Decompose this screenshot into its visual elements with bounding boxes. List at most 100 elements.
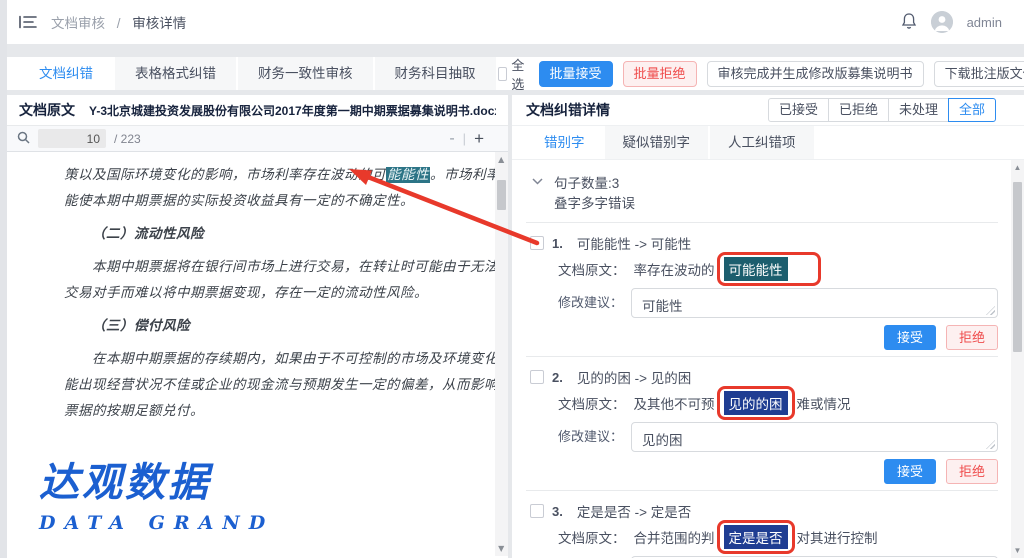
original-text-after: 难或情况 xyxy=(797,393,851,413)
section-error-type: 叠字多字错误 xyxy=(554,194,635,214)
username-label[interactable]: admin xyxy=(967,15,1002,30)
suggestion-label: 修改建议： xyxy=(558,422,623,452)
status-filter-button[interactable]: 未处理 xyxy=(888,98,949,122)
original-text-before: 及其他不可预 xyxy=(634,393,715,413)
correction-item-checkbox[interactable] xyxy=(530,504,544,518)
annotation-red-box: 见的的困 xyxy=(717,386,795,420)
document-line: 交易对手而难以将中期票据变现，存在一定的流动性风险。 xyxy=(64,280,450,306)
document-line: 策以及国际环境变化的影响，市场利率存在波动的可能能性。市场利率的波动可 xyxy=(64,162,450,188)
module-tabs: 文档纠错表格格式纠错财务一致性审核财务科目抽取 xyxy=(19,57,498,90)
document-error-highlight[interactable]: 能能性 xyxy=(386,167,430,183)
correction-item-number: 2. xyxy=(552,370,563,385)
logo-chinese: 达观数据 xyxy=(39,450,274,508)
annotation-red-box: 可能能性 xyxy=(717,252,821,286)
correction-item-checkbox[interactable] xyxy=(530,370,544,384)
top-bar: 文档审核 / 审核详情 admin xyxy=(7,0,1024,44)
document-line: （二）流动性风险 xyxy=(64,221,450,247)
zoom-out-button[interactable]: - xyxy=(449,130,454,148)
scroll-down-icon[interactable]: ▼ xyxy=(495,542,508,555)
zoom-in-button[interactable]: + xyxy=(474,129,484,149)
scroll-up-icon[interactable]: ▲ xyxy=(1011,161,1024,174)
document-line-text: 本期中期票据将在银行间市场上进行交易，在转让时可能由于无法及时找到 xyxy=(92,259,508,275)
select-all-control[interactable]: 全选 xyxy=(498,55,529,93)
correction-item-number: 3. xyxy=(552,504,563,519)
correction-item: 2. 见的的困 -> 见的困文档原文： 及其他不可预见的的困难或情况修改建议： 见的困… xyxy=(526,357,998,491)
original-text-after: 对其进行控制 xyxy=(797,527,878,547)
annotation-red-box: 定是是否 xyxy=(717,520,795,554)
document-filename: Y-3北京城建投资发展股份有限公司2017年度第一期中期票据募集说明书.docx xyxy=(89,102,496,119)
status-filter-group: 已接受已拒绝未处理全部 xyxy=(768,98,996,122)
original-text-before: 率存在波动的 xyxy=(634,259,715,279)
page-number-input[interactable] xyxy=(38,129,106,148)
correction-type-tabs: 错别字疑似错别字人工纠错项 xyxy=(512,125,1024,159)
reject-button[interactable]: 拒绝 xyxy=(946,325,998,350)
notification-bell-icon[interactable] xyxy=(901,12,917,33)
error-highlight[interactable]: 见的的困 xyxy=(724,391,788,415)
correction-item-checkbox[interactable] xyxy=(530,236,544,250)
original-text-label: 文档原文： xyxy=(558,393,626,413)
document-review-app: 文档审核 / 审核详情 admin 文档纠错表格格式纠错财务一致性审核财务科目抽… xyxy=(0,0,1024,558)
select-all-checkbox[interactable] xyxy=(498,67,508,81)
status-filter-button[interactable]: 已接受 xyxy=(768,98,829,122)
correction-item: 3.定是是否 -> 定是否文档原文：合并范围的判定是是否对其进行控制修改建议：定… xyxy=(526,491,998,558)
document-line: 票据的按期足额兑付。 xyxy=(64,398,450,424)
scroll-up-icon[interactable]: ▲ xyxy=(495,153,508,166)
batch-reject-button[interactable]: 批量拒绝 xyxy=(623,61,697,87)
corrections-scrollbar[interactable]: ▲ ▼ xyxy=(1011,160,1024,558)
breadcrumb-separator: / xyxy=(117,16,121,31)
document-panel-title: 文档原文 xyxy=(19,100,75,120)
document-line: 在本期中期票据的存续期内，如果由于不可控制的市场及环境变化，公司可 xyxy=(64,346,450,372)
document-scroll-thumb[interactable] xyxy=(497,180,506,210)
correction-item-number: 1. xyxy=(552,236,563,251)
document-line-text: 策以及国际环境变化的影响，市场利率存在波动的可 xyxy=(64,167,386,183)
error-highlight[interactable]: 可能能性 xyxy=(724,257,788,281)
collapsed-sidebar-strip xyxy=(0,0,7,558)
document-line-text: 票据的按期足额兑付。 xyxy=(64,403,204,419)
breadcrumb: 文档审核 / 审核详情 xyxy=(51,12,186,32)
accept-button[interactable]: 接受 xyxy=(884,459,936,484)
menu-collapse-icon[interactable] xyxy=(19,15,37,29)
finish-generate-button[interactable]: 审核完成并生成修改版募集说明书 xyxy=(707,61,924,87)
module-tab[interactable]: 表格格式纠错 xyxy=(115,57,236,90)
module-tab[interactable]: 财务一致性审核 xyxy=(238,57,373,90)
section-sentence-count: 句子数量:3 xyxy=(554,174,635,194)
status-filter-button[interactable]: 已拒绝 xyxy=(828,98,889,122)
document-line-text: 能出现经营状况不佳或企业的现金流与预期发生一定的偏差，从而影响本期中期 xyxy=(64,377,508,393)
scroll-down-icon[interactable]: ▼ xyxy=(1011,544,1024,557)
datagrand-logo: 达观数据 DATA GRAND xyxy=(39,450,274,534)
module-tab[interactable]: 财务科目抽取 xyxy=(375,57,496,90)
module-tab[interactable]: 文档纠错 xyxy=(19,57,113,90)
document-line-text: （二）流动性风险 xyxy=(92,226,204,242)
download-annotated-button[interactable]: 下载批注版文件 xyxy=(934,61,1024,87)
error-highlight[interactable]: 定是是否 xyxy=(724,525,788,549)
correction-type-tab[interactable]: 人工纠错项 xyxy=(710,126,814,159)
document-line-text: 在本期中期票据的存续期内，如果由于不可控制的市场及环境变化，公司可 xyxy=(92,351,508,367)
suggestion-input[interactable]: 可能性 xyxy=(631,288,998,318)
search-icon[interactable] xyxy=(17,131,30,147)
document-panel: 文档原文 Y-3北京城建投资发展股份有限公司2017年度第一期中期票据募集说明书… xyxy=(7,95,508,558)
correction-type-tab[interactable]: 疑似错别字 xyxy=(605,126,709,159)
document-line: （三）偿付风险 xyxy=(64,313,450,339)
section-header-expanded[interactable]: 句子数量:3 叠字多字错误 xyxy=(526,170,998,223)
user-avatar[interactable] xyxy=(931,11,953,33)
original-text-before: 合并范围的判 xyxy=(634,527,715,547)
reject-button[interactable]: 拒绝 xyxy=(946,459,998,484)
correction-rule: 见的的困 -> 见的困 xyxy=(577,367,691,387)
status-filter-button[interactable]: 全部 xyxy=(948,98,996,122)
document-text: 策以及国际环境变化的影响，市场利率存在波动的可能能性。市场利率的波动可能使本期中… xyxy=(64,162,450,424)
corrections-scroll-thumb[interactable] xyxy=(1013,182,1022,352)
original-text-label: 文档原文： xyxy=(558,527,626,547)
batch-accept-button[interactable]: 批量接受 xyxy=(539,61,613,87)
suggestion-input[interactable]: 见的困 xyxy=(631,422,998,452)
breadcrumb-section[interactable]: 文档审核 xyxy=(51,16,105,31)
accept-button[interactable]: 接受 xyxy=(884,325,936,350)
breadcrumb-current: 审核详情 xyxy=(132,16,186,31)
document-scrollbar[interactable]: ▲ ▼ xyxy=(495,152,508,556)
document-line-text: 能使本期中期票据的实际投资收益具有一定的不确定性。 xyxy=(64,193,414,209)
correction-type-tab[interactable]: 错别字 xyxy=(526,126,603,159)
corrections-list: 句子数量:3 叠字多字错误 1.可能能性 -> 可能性文档原文：率存在波动的可能… xyxy=(512,159,1024,558)
page-total-label: / 223 xyxy=(114,132,141,146)
correction-item: 1.可能能性 -> 可能性文档原文：率存在波动的可能能性修改建议：可能性接受拒绝 xyxy=(526,223,998,357)
chevron-down-icon[interactable] xyxy=(532,176,544,188)
document-line: 能使本期中期票据的实际投资收益具有一定的不确定性。 xyxy=(64,188,450,214)
